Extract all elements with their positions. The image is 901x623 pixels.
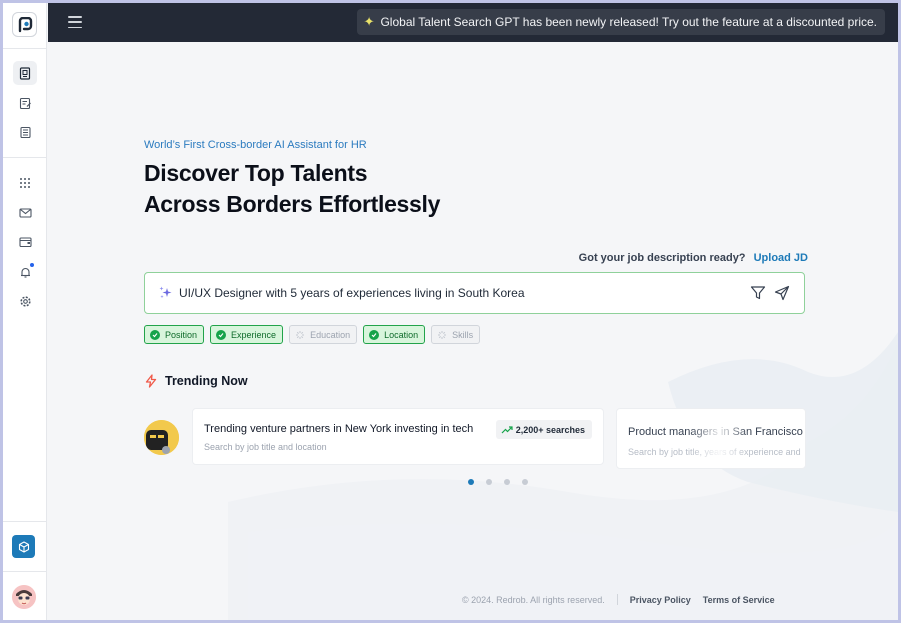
sidebar-item-wallet[interactable] xyxy=(13,230,37,254)
chip-position[interactable]: Position xyxy=(144,325,205,344)
filter-icon[interactable] xyxy=(750,285,766,301)
announcement-banner[interactable]: ✦ Global Talent Search GPT has been newl… xyxy=(356,9,885,35)
carousel-dot[interactable] xyxy=(486,479,492,485)
menu-icon[interactable] xyxy=(68,15,82,29)
notification-dot xyxy=(29,262,35,268)
spinner-icon xyxy=(296,330,305,339)
trending-card[interactable]: Trending venture partners in New York in… xyxy=(192,408,604,465)
lightning-icon xyxy=(145,374,157,388)
chip-label: Education xyxy=(310,329,351,340)
carousel-dot[interactable] xyxy=(468,479,474,485)
chip-label: Location xyxy=(384,329,419,340)
send-icon[interactable] xyxy=(774,285,790,301)
check-icon xyxy=(216,329,227,340)
announcement-text: Global Talent Search GPT has been newly … xyxy=(380,15,877,29)
trending-avatar xyxy=(144,420,179,455)
top-bar: ✦ Global Talent Search GPT has been newl… xyxy=(48,3,898,42)
chip-experience[interactable]: Experience xyxy=(210,325,284,344)
gear-icon xyxy=(19,295,31,307)
hero-tagline: World’s First Cross-border AI Assistant … xyxy=(144,139,367,151)
check-icon xyxy=(150,329,160,340)
card-subtitle: Search by job title and location xyxy=(204,442,327,452)
badge-text: 2,200+ searches xyxy=(515,424,585,435)
sidebar-item-notes[interactable] xyxy=(13,91,37,115)
sparkle-icon: ✦ xyxy=(363,14,375,29)
wallet-icon xyxy=(18,237,32,248)
jd-question: Got your job description ready? xyxy=(578,252,746,264)
card-title: Trending venture partners in New York in… xyxy=(204,423,474,435)
trending-header: Trending Now xyxy=(144,374,248,388)
chip-label: Position xyxy=(165,329,198,340)
sidebar-item-apps[interactable] xyxy=(13,171,37,195)
chip-label: Skills xyxy=(452,329,474,340)
trend-up-icon xyxy=(501,425,513,433)
headline-line-2: Across Borders Effortlessly xyxy=(144,191,441,217)
sidebar-item-settings[interactable] xyxy=(13,289,37,313)
apps-grid-icon xyxy=(20,178,30,188)
sidebar-divider xyxy=(3,521,47,522)
upload-jd-row: Got your job description ready? Upload J… xyxy=(579,252,808,264)
document-icon xyxy=(19,126,31,138)
sidebar-item-search[interactable] xyxy=(13,61,37,85)
search-criteria-chips: Position Experience Education Location S… xyxy=(144,325,481,344)
carousel-dot[interactable] xyxy=(522,479,528,485)
chip-label: Experience xyxy=(231,329,277,340)
search-input[interactable] xyxy=(179,281,739,305)
sidebar-item-mail[interactable] xyxy=(13,201,37,225)
sidebar-divider xyxy=(3,157,47,158)
search-page-icon xyxy=(19,66,30,80)
trending-label: Trending Now xyxy=(165,374,248,388)
trending-card[interactable]: Product managers in San Francisco Search… xyxy=(616,408,806,469)
upload-jd-link[interactable]: Upload JD xyxy=(754,252,808,264)
footer: © 2024. Redrob. All rights reserved. Pri… xyxy=(462,594,775,605)
logo-icon[interactable] xyxy=(12,12,37,37)
card-fade-overlay xyxy=(689,409,749,468)
chip-location[interactable]: Location xyxy=(363,325,426,344)
privacy-policy-link[interactable]: Privacy Policy xyxy=(630,595,691,605)
chip-education[interactable]: Education xyxy=(289,325,358,344)
search-count-badge: 2,200+ searches xyxy=(495,420,592,439)
headline-line-1: Discover Top Talents xyxy=(144,160,368,186)
mail-icon xyxy=(18,208,32,218)
check-icon xyxy=(369,329,380,340)
sidebar-divider xyxy=(3,48,47,49)
terms-of-service-link[interactable]: Terms of Service xyxy=(703,595,775,605)
sidebar-item-notifications[interactable] xyxy=(13,260,37,284)
notes-icon xyxy=(19,97,31,109)
hero-headline: Discover Top Talents Across Borders Effo… xyxy=(144,158,440,220)
chip-skills[interactable]: Skills xyxy=(431,325,481,344)
sidebar-divider xyxy=(3,571,47,572)
main-content: World’s First Cross-border AI Assistant … xyxy=(48,42,898,620)
carousel-pagination xyxy=(468,479,528,485)
user-avatar[interactable] xyxy=(12,585,36,609)
cube-button[interactable] xyxy=(12,535,35,558)
copyright-text: © 2024. Redrob. All rights reserved. xyxy=(462,594,605,605)
footer-divider xyxy=(616,594,618,605)
search-bar xyxy=(144,272,805,314)
ai-sparkle-icon xyxy=(159,286,172,299)
cube-icon xyxy=(18,540,29,553)
carousel-dot[interactable] xyxy=(504,479,510,485)
spinner-icon xyxy=(438,330,447,339)
sidebar xyxy=(3,3,47,620)
sidebar-item-documents[interactable] xyxy=(13,120,37,144)
app-window: ✦ Global Talent Search GPT has been newl… xyxy=(3,3,898,620)
